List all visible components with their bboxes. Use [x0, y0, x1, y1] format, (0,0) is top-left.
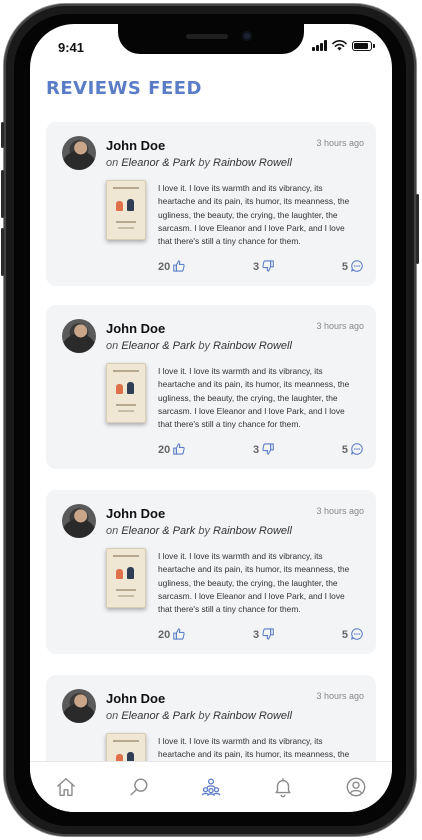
user-name[interactable]: John Doe [106, 138, 165, 153]
avatar[interactable] [62, 319, 96, 353]
on-label: on [106, 710, 119, 722]
status-icons [312, 40, 375, 51]
mute-switch [1, 122, 4, 148]
tab-bell[interactable] [272, 776, 294, 798]
avatar[interactable] [62, 504, 96, 538]
book-title-link[interactable]: Eleanor & Park [121, 710, 195, 722]
battery-icon [352, 40, 375, 51]
review-text: I love it. I love its warmth and its vib… [158, 366, 350, 430]
author-link[interactable]: Rainbow Rowell [213, 340, 292, 352]
review-actions: 20 3 5 [158, 258, 364, 276]
signal-icon [312, 40, 327, 51]
community-icon [200, 776, 222, 798]
screen: 9:41 REVIEWS FEED John Doe 3 hours ago o… [30, 24, 392, 812]
thumbs-down-icon [261, 442, 275, 459]
avatar[interactable] [62, 136, 96, 170]
comment-icon [350, 627, 364, 644]
status-time: 9:41 [58, 40, 85, 55]
book-cover[interactable] [106, 548, 146, 608]
review-actions: 20 3 5 [158, 441, 364, 459]
author-link[interactable]: Rainbow Rowell [213, 525, 292, 537]
on-label: on [106, 525, 119, 537]
like-button[interactable]: 20 [158, 259, 186, 276]
comment-button[interactable]: 5 [342, 627, 364, 644]
thumbs-down-icon [261, 627, 275, 644]
comment-button[interactable]: 5 [342, 259, 364, 276]
dislike-button[interactable]: 3 [253, 259, 275, 276]
thumbs-up-icon [172, 627, 186, 644]
like-count: 20 [158, 629, 171, 641]
book-cover[interactable] [106, 180, 146, 240]
book-title-link[interactable]: Eleanor & Park [121, 157, 195, 169]
user-name[interactable]: John Doe [106, 321, 165, 336]
volume-down-button [1, 228, 4, 276]
review-card[interactable]: John Doe 3 hours ago on Eleanor & Park b… [46, 490, 376, 654]
on-label: on [106, 157, 119, 169]
like-count: 20 [158, 261, 171, 273]
by-label: by [198, 340, 210, 352]
comment-count: 5 [341, 261, 348, 273]
comment-icon [350, 259, 364, 276]
profile-icon [345, 776, 367, 798]
avatar[interactable] [62, 689, 96, 723]
volume-up-button [1, 170, 4, 218]
dislike-count: 3 [253, 629, 260, 641]
page-title: REVIEWS FEED [46, 78, 202, 99]
review-text: I love it. I love its warmth and its vib… [158, 183, 350, 247]
book-info: on Eleanor & Park by Rainbow Rowell [106, 525, 292, 537]
wifi-icon [332, 40, 347, 51]
comment-count: 5 [341, 444, 348, 456]
by-label: by [198, 710, 210, 722]
review-actions: 20 3 5 [158, 626, 364, 644]
dislike-button[interactable]: 3 [253, 442, 275, 459]
author-link[interactable]: Rainbow Rowell [213, 710, 292, 722]
book-info: on Eleanor & Park by Rainbow Rowell [106, 340, 292, 352]
timestamp: 3 hours ago [316, 321, 364, 331]
user-name[interactable]: John Doe [106, 506, 165, 521]
thumbs-down-icon [261, 259, 275, 276]
front-camera [242, 31, 252, 41]
review-card[interactable]: John Doe 3 hours ago on Eleanor & Park b… [46, 122, 376, 286]
thumbs-up-icon [172, 442, 186, 459]
comment-button[interactable]: 5 [342, 442, 364, 459]
tab-community[interactable] [200, 776, 222, 798]
author-link[interactable]: Rainbow Rowell [213, 157, 292, 169]
book-info: on Eleanor & Park by Rainbow Rowell [106, 157, 292, 169]
by-label: by [198, 525, 210, 537]
speaker-grille [186, 34, 228, 39]
dislike-count: 3 [253, 444, 260, 456]
dislike-count: 3 [253, 261, 260, 273]
tab-search[interactable] [128, 776, 150, 798]
user-name[interactable]: John Doe [106, 691, 165, 706]
comment-count: 5 [341, 629, 348, 641]
like-button[interactable]: 20 [158, 627, 186, 644]
reviews-feed[interactable]: John Doe 3 hours ago on Eleanor & Park b… [30, 122, 392, 782]
power-button [416, 194, 419, 264]
notch [118, 24, 304, 54]
book-info: on Eleanor & Park by Rainbow Rowell [106, 710, 292, 722]
like-button[interactable]: 20 [158, 442, 186, 459]
thumbs-up-icon [172, 259, 186, 276]
timestamp: 3 hours ago [316, 138, 364, 148]
book-cover[interactable] [106, 363, 146, 423]
tab-bar [30, 761, 392, 812]
book-title-link[interactable]: Eleanor & Park [121, 525, 195, 537]
tab-profile[interactable] [345, 776, 367, 798]
home-icon [55, 776, 77, 798]
by-label: by [198, 157, 210, 169]
book-title-link[interactable]: Eleanor & Park [121, 340, 195, 352]
timestamp: 3 hours ago [316, 691, 364, 701]
review-text: I love it. I love its warmth and its vib… [158, 551, 350, 615]
timestamp: 3 hours ago [316, 506, 364, 516]
search-icon [128, 776, 150, 798]
comment-icon [350, 442, 364, 459]
bell-icon [272, 776, 294, 798]
tab-home[interactable] [55, 776, 77, 798]
on-label: on [106, 340, 119, 352]
dislike-button[interactable]: 3 [253, 627, 275, 644]
like-count: 20 [158, 444, 171, 456]
review-card[interactable]: John Doe 3 hours ago on Eleanor & Park b… [46, 305, 376, 469]
